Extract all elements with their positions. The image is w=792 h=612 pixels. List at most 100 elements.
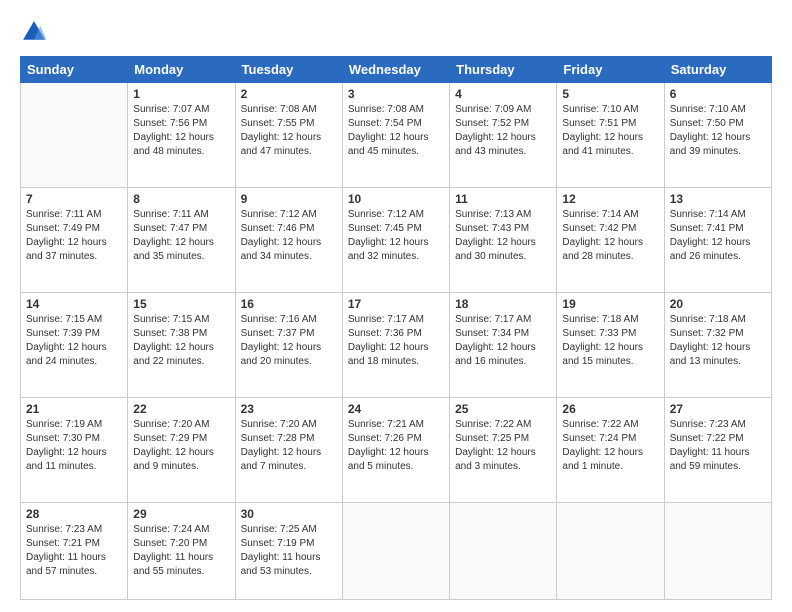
calendar-cell: 17 Sunrise: 7:17 AMSunset: 7:36 PMDayligh… — [342, 293, 449, 398]
cell-info: Sunrise: 7:25 AMSunset: 7:19 PMDaylight:… — [241, 523, 337, 579]
day-number: 14 — [26, 297, 122, 311]
calendar-cell: 13 Sunrise: 7:14 AMSunset: 7:41 PMDayligh… — [664, 188, 771, 293]
calendar-week-row: 14 Sunrise: 7:15 AMSunset: 7:39 PMDayligh… — [21, 293, 772, 398]
calendar-cell: 28Sunrise: 7:23 AMSunset: 7:21 PMDayligh… — [21, 503, 128, 600]
dow-header: Thursday — [450, 57, 557, 83]
page: SundayMondayTuesdayWednesdayThursdayFrid… — [0, 0, 792, 612]
day-number: 1 — [133, 87, 229, 101]
cell-info: Sunrise: 7:14 AMSunset: 7:41 PMDaylight:… — [670, 208, 766, 264]
calendar-table: SundayMondayTuesdayWednesdayThursdayFrid… — [20, 56, 772, 600]
day-number: 30 — [241, 507, 337, 521]
calendar-cell: 15 Sunrise: 7:15 AMSunset: 7:38 PMDayligh… — [128, 293, 235, 398]
calendar-cell: 5 Sunrise: 7:10 AMSunset: 7:51 PMDaylight… — [557, 83, 664, 188]
day-number: 16 — [241, 297, 337, 311]
cell-info: Sunrise: 7:22 AMSunset: 7:24 PMDaylight:… — [562, 418, 658, 474]
logo-icon — [20, 18, 48, 46]
dow-header: Wednesday — [342, 57, 449, 83]
day-number: 2 — [241, 87, 337, 101]
day-number: 29 — [133, 507, 229, 521]
day-number: 22 — [133, 402, 229, 416]
calendar-week-row: 7Sunrise: 7:11 AMSunset: 7:49 PMDaylight… — [21, 188, 772, 293]
calendar-week-row: 21Sunrise: 7:19 AMSunset: 7:30 PMDayligh… — [21, 398, 772, 503]
day-number: 28 — [26, 507, 122, 521]
cell-info: Sunrise: 7:12 AMSunset: 7:46 PMDaylight:… — [241, 208, 337, 264]
cell-info: Sunrise: 7:18 AMSunset: 7:33 PMDaylight:… — [562, 313, 658, 369]
dow-header: Tuesday — [235, 57, 342, 83]
day-number: 15 — [133, 297, 229, 311]
day-number: 25 — [455, 402, 551, 416]
day-number: 21 — [26, 402, 122, 416]
day-number: 6 — [670, 87, 766, 101]
day-number: 20 — [670, 297, 766, 311]
cell-info: Sunrise: 7:22 AMSunset: 7:25 PMDaylight:… — [455, 418, 551, 474]
cell-info: Sunrise: 7:24 AMSunset: 7:20 PMDaylight:… — [133, 523, 229, 579]
cell-info: Sunrise: 7:12 AMSunset: 7:45 PMDaylight:… — [348, 208, 444, 264]
calendar-body: 1 Sunrise: 7:07 AMSunset: 7:56 PMDaylight… — [21, 83, 772, 600]
calendar-cell: 6 Sunrise: 7:10 AMSunset: 7:50 PMDaylight… — [664, 83, 771, 188]
day-number: 26 — [562, 402, 658, 416]
day-number: 24 — [348, 402, 444, 416]
calendar-cell: 1 Sunrise: 7:07 AMSunset: 7:56 PMDaylight… — [128, 83, 235, 188]
calendar-cell: 7Sunrise: 7:11 AMSunset: 7:49 PMDaylight… — [21, 188, 128, 293]
calendar-cell: 25 Sunrise: 7:22 AMSunset: 7:25 PMDayligh… — [450, 398, 557, 503]
calendar-cell: 19Sunrise: 7:18 AMSunset: 7:33 PMDayligh… — [557, 293, 664, 398]
day-number: 10 — [348, 192, 444, 206]
day-number: 4 — [455, 87, 551, 101]
calendar-cell: 2 Sunrise: 7:08 AMSunset: 7:55 PMDaylight… — [235, 83, 342, 188]
day-number: 18 — [455, 297, 551, 311]
calendar-cell — [557, 503, 664, 600]
day-number: 12 — [562, 192, 658, 206]
calendar-cell — [21, 83, 128, 188]
day-number: 9 — [241, 192, 337, 206]
dow-header: Saturday — [664, 57, 771, 83]
calendar-cell — [664, 503, 771, 600]
cell-info: Sunrise: 7:07 AMSunset: 7:56 PMDaylight:… — [133, 103, 229, 159]
day-number: 5 — [562, 87, 658, 101]
calendar-cell: 23 Sunrise: 7:20 AMSunset: 7:28 PMDayligh… — [235, 398, 342, 503]
calendar-cell: 11 Sunrise: 7:13 AMSunset: 7:43 PMDayligh… — [450, 188, 557, 293]
calendar-cell: 24 Sunrise: 7:21 AMSunset: 7:26 PMDayligh… — [342, 398, 449, 503]
cell-info: Sunrise: 7:20 AMSunset: 7:29 PMDaylight:… — [133, 418, 229, 474]
cell-info: Sunrise: 7:15 AMSunset: 7:38 PMDaylight:… — [133, 313, 229, 369]
day-number: 27 — [670, 402, 766, 416]
dow-header: Monday — [128, 57, 235, 83]
calendar-cell: 3Sunrise: 7:08 AMSunset: 7:54 PMDaylight… — [342, 83, 449, 188]
cell-info: Sunrise: 7:14 AMSunset: 7:42 PMDaylight:… — [562, 208, 658, 264]
cell-info: Sunrise: 7:17 AMSunset: 7:36 PMDaylight:… — [348, 313, 444, 369]
logo — [20, 18, 52, 46]
calendar-cell: 8 Sunrise: 7:11 AMSunset: 7:47 PMDaylight… — [128, 188, 235, 293]
calendar-cell: 12 Sunrise: 7:14 AMSunset: 7:42 PMDayligh… — [557, 188, 664, 293]
calendar-cell: 26 Sunrise: 7:22 AMSunset: 7:24 PMDayligh… — [557, 398, 664, 503]
day-number: 17 — [348, 297, 444, 311]
calendar-cell: 18 Sunrise: 7:17 AMSunset: 7:34 PMDayligh… — [450, 293, 557, 398]
day-number: 8 — [133, 192, 229, 206]
calendar-cell: 10 Sunrise: 7:12 AMSunset: 7:45 PMDayligh… — [342, 188, 449, 293]
day-of-week-row: SundayMondayTuesdayWednesdayThursdayFrid… — [21, 57, 772, 83]
calendar-cell: 9 Sunrise: 7:12 AMSunset: 7:46 PMDaylight… — [235, 188, 342, 293]
cell-info: Sunrise: 7:08 AMSunset: 7:55 PMDaylight:… — [241, 103, 337, 159]
calendar-cell: 14 Sunrise: 7:15 AMSunset: 7:39 PMDayligh… — [21, 293, 128, 398]
cell-info: Sunrise: 7:15 AMSunset: 7:39 PMDaylight:… — [26, 313, 122, 369]
calendar-cell: 4 Sunrise: 7:09 AMSunset: 7:52 PMDaylight… — [450, 83, 557, 188]
calendar-cell — [450, 503, 557, 600]
calendar-week-row: 1 Sunrise: 7:07 AMSunset: 7:56 PMDaylight… — [21, 83, 772, 188]
cell-info: Sunrise: 7:11 AMSunset: 7:47 PMDaylight:… — [133, 208, 229, 264]
cell-info: Sunrise: 7:09 AMSunset: 7:52 PMDaylight:… — [455, 103, 551, 159]
day-number: 13 — [670, 192, 766, 206]
cell-info: Sunrise: 7:17 AMSunset: 7:34 PMDaylight:… — [455, 313, 551, 369]
dow-header: Sunday — [21, 57, 128, 83]
cell-info: Sunrise: 7:20 AMSunset: 7:28 PMDaylight:… — [241, 418, 337, 474]
calendar-cell: 20Sunrise: 7:18 AMSunset: 7:32 PMDayligh… — [664, 293, 771, 398]
cell-info: Sunrise: 7:10 AMSunset: 7:51 PMDaylight:… — [562, 103, 658, 159]
day-number: 3 — [348, 87, 444, 101]
cell-info: Sunrise: 7:10 AMSunset: 7:50 PMDaylight:… — [670, 103, 766, 159]
day-number: 11 — [455, 192, 551, 206]
calendar-cell — [342, 503, 449, 600]
calendar-cell: 27Sunrise: 7:23 AMSunset: 7:22 PMDayligh… — [664, 398, 771, 503]
calendar-cell: 16Sunrise: 7:16 AMSunset: 7:37 PMDayligh… — [235, 293, 342, 398]
day-number: 23 — [241, 402, 337, 416]
cell-info: Sunrise: 7:21 AMSunset: 7:26 PMDaylight:… — [348, 418, 444, 474]
dow-header: Friday — [557, 57, 664, 83]
cell-info: Sunrise: 7:11 AMSunset: 7:49 PMDaylight:… — [26, 208, 122, 264]
cell-info: Sunrise: 7:13 AMSunset: 7:43 PMDaylight:… — [455, 208, 551, 264]
